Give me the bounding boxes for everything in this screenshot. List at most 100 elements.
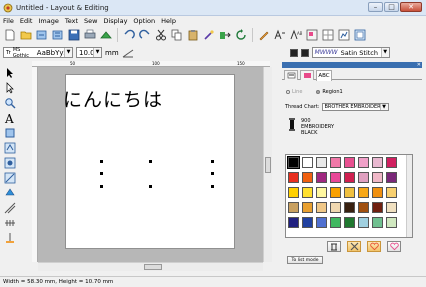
- pattern-tool-icon[interactable]: [3, 171, 17, 184]
- grid-icon[interactable]: [321, 28, 335, 42]
- color-swatch[interactable]: [372, 172, 383, 183]
- canvas-vertical-scrollbar[interactable]: [263, 67, 272, 262]
- color-swatch[interactable]: [288, 202, 299, 213]
- color-swatch[interactable]: [386, 202, 397, 213]
- minimize-button[interactable]: –: [368, 2, 383, 12]
- color-swatch[interactable]: [344, 172, 355, 183]
- font-select[interactable]: Tr MS Gothic AaBbYyZz ▼: [3, 47, 73, 59]
- import-icon[interactable]: [35, 28, 49, 42]
- color-swatch[interactable]: [330, 172, 341, 183]
- color-swatch[interactable]: [372, 202, 383, 213]
- menu-text[interactable]: Text: [65, 17, 78, 25]
- region-color-icon[interactable]: [300, 48, 309, 57]
- color-swatch[interactable]: [344, 157, 355, 168]
- color-swatch[interactable]: [372, 217, 383, 228]
- maximize-button[interactable]: □: [384, 2, 399, 12]
- color-swatch[interactable]: [316, 157, 327, 168]
- copy-icon[interactable]: [170, 28, 184, 42]
- color-swatch[interactable]: [302, 202, 313, 213]
- color-swatch[interactable]: [316, 172, 327, 183]
- send-icon[interactable]: [99, 28, 113, 42]
- line-radio[interactable]: Line: [286, 89, 302, 95]
- scroll-thumb[interactable]: [265, 157, 271, 173]
- text-size-select[interactable]: 10.0 ▼: [76, 47, 102, 58]
- region-tab[interactable]: [300, 70, 314, 80]
- menu-option[interactable]: Option: [133, 17, 155, 25]
- color-swatch[interactable]: [358, 157, 369, 168]
- color-swatch[interactable]: [372, 157, 383, 168]
- line-tab[interactable]: [284, 70, 298, 80]
- undo-icon[interactable]: [122, 28, 136, 42]
- color-swatch[interactable]: [288, 217, 299, 228]
- pencil-icon[interactable]: [257, 28, 271, 42]
- outline-tool-icon[interactable]: [3, 141, 17, 154]
- selection-handle[interactable]: [149, 185, 152, 188]
- palette-scrollbar[interactable]: [406, 155, 412, 237]
- point-edit-icon[interactable]: [3, 81, 17, 94]
- export-icon[interactable]: [51, 28, 65, 42]
- spool-button[interactable]: [327, 241, 341, 252]
- select-arrow-icon[interactable]: [3, 66, 17, 79]
- zoom-icon[interactable]: [3, 96, 17, 109]
- menu-display[interactable]: Display: [103, 17, 127, 25]
- fill-tool-icon[interactable]: [3, 186, 17, 199]
- frame-icon[interactable]: [353, 28, 367, 42]
- heart-fill-button[interactable]: [387, 241, 401, 252]
- color-swatch[interactable]: [386, 187, 397, 198]
- chevron-down-icon[interactable]: ▼: [379, 104, 388, 110]
- color-swatch[interactable]: [330, 202, 341, 213]
- close-button[interactable]: ✕: [400, 2, 422, 12]
- needle-tool-icon[interactable]: [3, 231, 17, 244]
- canvas-horizontal-scrollbar[interactable]: [38, 262, 263, 271]
- selection-handle[interactable]: [100, 185, 103, 188]
- color-swatch[interactable]: [316, 187, 327, 198]
- region-radio[interactable]: Region1: [316, 89, 343, 95]
- color-swatch[interactable]: [288, 187, 299, 198]
- paste-icon[interactable]: [186, 28, 200, 42]
- menu-file[interactable]: File: [3, 17, 14, 25]
- open-folder-icon[interactable]: [19, 28, 33, 42]
- color-swatch[interactable]: [358, 217, 369, 228]
- new-file-icon[interactable]: [3, 28, 17, 42]
- transfer-icon[interactable]: [218, 28, 232, 42]
- to-list-mode-button[interactable]: To list mode: [287, 256, 323, 264]
- scroll-thumb[interactable]: [144, 264, 162, 270]
- rotate-icon[interactable]: [234, 28, 248, 42]
- color-swatch[interactable]: [316, 217, 327, 228]
- magic-wand-icon[interactable]: [202, 28, 216, 42]
- selection-handle[interactable]: [100, 160, 103, 163]
- menu-sew[interactable]: Sew: [84, 17, 97, 25]
- color-swatch[interactable]: [386, 172, 397, 183]
- chart-icon[interactable]: [337, 28, 351, 42]
- color-swatch[interactable]: [344, 187, 355, 198]
- text-font-icon[interactable]: ABC: [289, 28, 303, 42]
- layout-icon[interactable]: [305, 28, 319, 42]
- selected-text-object[interactable]: にんにちは: [63, 85, 163, 112]
- color-swatch[interactable]: [287, 156, 300, 169]
- menu-edit[interactable]: Edit: [20, 17, 33, 25]
- cross-stitch-button[interactable]: [347, 241, 361, 252]
- stitch-font-icon[interactable]: [273, 28, 287, 42]
- text-arc-icon[interactable]: [122, 48, 134, 58]
- menu-image[interactable]: Image: [38, 17, 58, 25]
- stitch-tool-icon[interactable]: [3, 216, 17, 229]
- text-tool-icon[interactable]: A: [3, 111, 17, 124]
- color-swatch[interactable]: [358, 202, 369, 213]
- stitch-type-select[interactable]: MWWW Satin Stitch ▼: [311, 47, 390, 58]
- color-swatch[interactable]: [358, 187, 369, 198]
- color-swatch[interactable]: [344, 217, 355, 228]
- color-swatch[interactable]: [344, 202, 355, 213]
- chevron-down-icon[interactable]: ▼: [64, 48, 72, 57]
- color-swatch[interactable]: [288, 172, 299, 183]
- color-swatch[interactable]: [302, 157, 313, 168]
- redo-icon[interactable]: [138, 28, 152, 42]
- abc-tab[interactable]: ABC: [316, 70, 332, 81]
- thread-color-icon[interactable]: [289, 48, 298, 57]
- cut-icon[interactable]: [154, 28, 168, 42]
- print-icon[interactable]: [83, 28, 97, 42]
- thread-chart-select[interactable]: BROTHER EMBROIDERY ▼: [321, 103, 389, 111]
- heart-outline-button[interactable]: [367, 241, 381, 252]
- shape-tool-icon[interactable]: [3, 126, 17, 139]
- color-swatch[interactable]: [330, 217, 341, 228]
- chevron-down-icon[interactable]: ▼: [380, 48, 389, 57]
